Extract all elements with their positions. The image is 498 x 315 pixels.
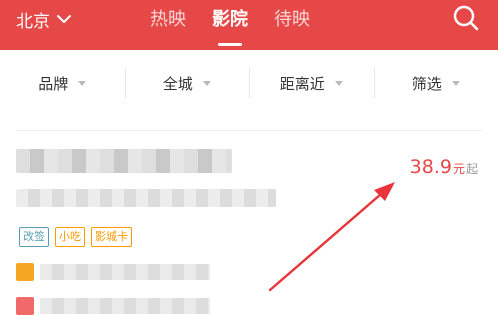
- promo-row: [16, 263, 210, 281]
- city-selector[interactable]: 北京: [16, 7, 72, 32]
- promo-badge-icon: [16, 263, 34, 281]
- caret-down-icon: [334, 80, 343, 86]
- filter-sort-distance[interactable]: 距离近: [249, 62, 374, 104]
- cinema-name-blurred: [16, 149, 232, 173]
- cinema-tags: 改签 小吃 影城卡: [19, 227, 138, 247]
- tab-label: 热映: [150, 9, 186, 30]
- cinema-address-blurred: [16, 189, 276, 207]
- chevron-down-icon: [57, 15, 71, 23]
- promo-text-blurred: [40, 298, 210, 314]
- tag-snacks: 小吃: [55, 227, 85, 247]
- filter-bar: 品牌 全城 距离近 筛选: [0, 62, 498, 104]
- tag-cinema-card: 影城卡: [91, 227, 132, 247]
- filter-label: 全城: [162, 74, 193, 93]
- price-value: 38.9: [409, 156, 452, 178]
- city-label: 北京: [16, 11, 50, 32]
- caret-down-icon: [202, 80, 211, 86]
- search-icon[interactable]: [452, 4, 480, 32]
- main-tabs: 热映 影院 待映: [150, 5, 336, 46]
- filter-label: 筛选: [411, 74, 442, 93]
- active-tab-indicator: [218, 43, 242, 46]
- cinema-list-item[interactable]: 改签 小吃 影城卡 38.9 元 起: [0, 131, 498, 315]
- price: 38.9 元 起: [410, 156, 478, 178]
- tab-coming-soon[interactable]: 待映: [274, 5, 310, 31]
- filter-label: 品牌: [38, 74, 69, 93]
- price-unit: 元: [452, 162, 465, 176]
- tab-label: 待映: [274, 9, 310, 30]
- tab-label: 影院: [212, 9, 248, 30]
- price-suffix: 起: [465, 162, 478, 176]
- promo-text-blurred: [40, 264, 210, 280]
- top-navigation-bar: 北京 热映 影院 待映: [0, 0, 498, 50]
- tab-now-showing[interactable]: 热映: [150, 5, 186, 31]
- filter-more[interactable]: 筛选: [373, 62, 498, 104]
- filter-area[interactable]: 全城: [124, 62, 250, 104]
- tab-cinemas[interactable]: 影院: [212, 5, 248, 46]
- caret-down-icon: [451, 80, 460, 86]
- filter-label: 距离近: [279, 74, 325, 93]
- filter-brand[interactable]: 品牌: [0, 62, 125, 104]
- promo-badge-icon: [16, 297, 34, 315]
- caret-down-icon: [78, 80, 87, 86]
- promo-row: [16, 297, 210, 315]
- tag-rebook: 改签: [19, 227, 49, 247]
